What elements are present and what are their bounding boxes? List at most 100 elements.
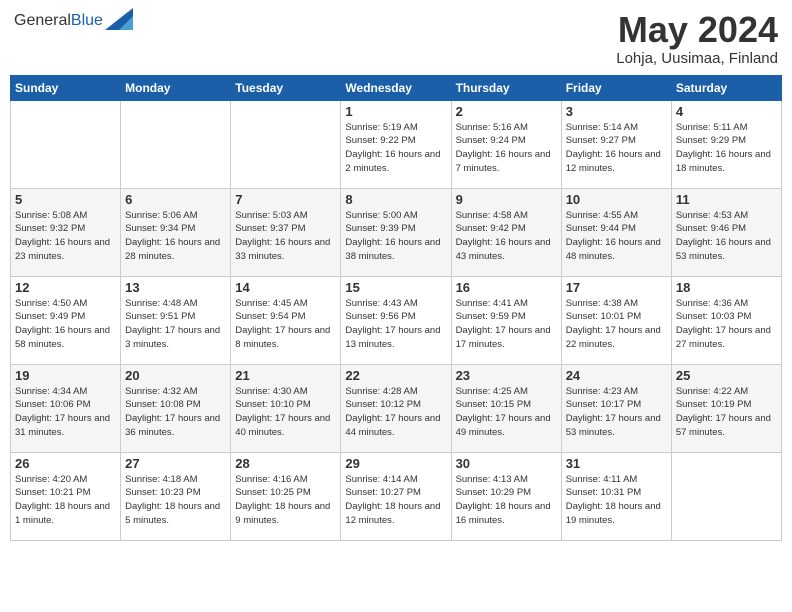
day-cell: 9 Sunrise: 4:58 AMSunset: 9:42 PMDaylight… <box>451 188 561 276</box>
title-block: May 2024 Lohja, Uusimaa, Finland <box>616 10 778 67</box>
day-cell: 4Sunrise: 5:11 AMSunset: 9:29 PMDaylight… <box>671 100 781 188</box>
day-number: 1 <box>345 104 446 119</box>
day-number: 17 <box>566 280 667 295</box>
day-cell: 15Sunrise: 4:43 AMSunset: 9:56 PMDayligh… <box>341 276 451 364</box>
day-info: Sunrise: 4:28 AMSunset: 10:12 PMDaylight… <box>345 385 446 440</box>
day-number: 29 <box>345 456 446 471</box>
month-title: May 2024 <box>616 10 778 50</box>
day-info: Sunrise: 5:03 AMSunset: 9:37 PMDaylight:… <box>235 209 336 264</box>
day-info: Sunrise: 4:48 AMSunset: 9:51 PMDaylight:… <box>125 297 226 352</box>
day-number: 13 <box>125 280 226 295</box>
day-number: 24 <box>566 368 667 383</box>
day-cell: 19Sunrise: 4:34 AMSunset: 10:06 PMDaylig… <box>11 364 121 452</box>
day-number: 31 <box>566 456 667 471</box>
page-header: GeneralBlue May 2024 Lohja, Uusimaa, Fin… <box>10 10 782 67</box>
header-cell-monday: Monday <box>121 75 231 100</box>
day-info: Sunrise: 4:30 AMSunset: 10:10 PMDaylight… <box>235 385 336 440</box>
day-info: Sunrise: 4:41 AMSunset: 9:59 PMDaylight:… <box>456 297 557 352</box>
day-number: 27 <box>125 456 226 471</box>
day-cell: 28Sunrise: 4:16 AMSunset: 10:25 PMDaylig… <box>231 452 341 540</box>
day-cell: 25 Sunrise: 4:22 AMSunset: 10:19 PMDaylig… <box>671 364 781 452</box>
day-info: Sunrise: 5:19 AMSunset: 9:22 PMDaylight:… <box>345 121 446 176</box>
header-cell-saturday: Saturday <box>671 75 781 100</box>
day-cell: 6 Sunrise: 5:06 AMSunset: 9:34 PMDaylight… <box>121 188 231 276</box>
day-info: Sunrise: 5:06 AMSunset: 9:34 PMDaylight:… <box>125 209 226 264</box>
day-cell: 11 Sunrise: 4:53 AMSunset: 9:46 PMDayligh… <box>671 188 781 276</box>
day-number: 18 <box>676 280 777 295</box>
day-number: 16 <box>456 280 557 295</box>
day-cell: 16 Sunrise: 4:41 AMSunset: 9:59 PMDayligh… <box>451 276 561 364</box>
day-info: Sunrise: 5:14 AMSunset: 9:27 PMDaylight:… <box>566 121 667 176</box>
day-cell: 29Sunrise: 4:14 AMSunset: 10:27 PMDaylig… <box>341 452 451 540</box>
day-cell: 27 Sunrise: 4:18 AMSunset: 10:23 PMDaylig… <box>121 452 231 540</box>
day-cell <box>231 100 341 188</box>
day-number: 22 <box>345 368 446 383</box>
day-info: Sunrise: 4:11 AMSunset: 10:31 PMDaylight… <box>566 473 667 528</box>
day-number: 6 <box>125 192 226 207</box>
day-number: 2 <box>456 104 557 119</box>
day-cell: 13 Sunrise: 4:48 AMSunset: 9:51 PMDayligh… <box>121 276 231 364</box>
logo-text: GeneralBlue <box>14 12 103 30</box>
day-number: 12 <box>15 280 116 295</box>
day-number: 11 <box>676 192 777 207</box>
day-number: 25 <box>676 368 777 383</box>
day-cell: 7 Sunrise: 5:03 AMSunset: 9:37 PMDaylight… <box>231 188 341 276</box>
header-cell-thursday: Thursday <box>451 75 561 100</box>
header-cell-sunday: Sunday <box>11 75 121 100</box>
day-cell: 20 Sunrise: 4:32 AMSunset: 10:08 PMDaylig… <box>121 364 231 452</box>
day-info: Sunrise: 4:36 AMSunset: 10:03 PMDaylight… <box>676 297 777 352</box>
calendar-body: 1 Sunrise: 5:19 AMSunset: 9:22 PMDaylight… <box>11 100 782 540</box>
day-info: Sunrise: 4:22 AMSunset: 10:19 PMDaylight… <box>676 385 777 440</box>
day-number: 3 <box>566 104 667 119</box>
day-info: Sunrise: 4:58 AMSunset: 9:42 PMDaylight:… <box>456 209 557 264</box>
logo-icon <box>105 8 133 30</box>
day-info: Sunrise: 5:08 AMSunset: 9:32 PMDaylight:… <box>15 209 116 264</box>
day-info: Sunrise: 4:55 AMSunset: 9:44 PMDaylight:… <box>566 209 667 264</box>
day-cell: 1 Sunrise: 5:19 AMSunset: 9:22 PMDaylight… <box>341 100 451 188</box>
day-info: Sunrise: 5:16 AMSunset: 9:24 PMDaylight:… <box>456 121 557 176</box>
day-cell: 18 Sunrise: 4:36 AMSunset: 10:03 PMDaylig… <box>671 276 781 364</box>
day-cell: 30Sunrise: 4:13 AMSunset: 10:29 PMDaylig… <box>451 452 561 540</box>
day-cell: 8Sunrise: 5:00 AMSunset: 9:39 PMDaylight… <box>341 188 451 276</box>
header-cell-tuesday: Tuesday <box>231 75 341 100</box>
day-info: Sunrise: 4:38 AMSunset: 10:01 PMDaylight… <box>566 297 667 352</box>
day-number: 7 <box>235 192 336 207</box>
day-number: 15 <box>345 280 446 295</box>
day-number: 30 <box>456 456 557 471</box>
day-info: Sunrise: 4:34 AMSunset: 10:06 PMDaylight… <box>15 385 116 440</box>
day-cell: 2 Sunrise: 5:16 AMSunset: 9:24 PMDaylight… <box>451 100 561 188</box>
day-info: Sunrise: 4:23 AMSunset: 10:17 PMDaylight… <box>566 385 667 440</box>
day-number: 5 <box>15 192 116 207</box>
header-cell-friday: Friday <box>561 75 671 100</box>
day-info: Sunrise: 4:18 AMSunset: 10:23 PMDaylight… <box>125 473 226 528</box>
day-number: 9 <box>456 192 557 207</box>
logo-blue: Blue <box>71 12 103 29</box>
logo-general: General <box>14 12 71 29</box>
day-info: Sunrise: 4:16 AMSunset: 10:25 PMDaylight… <box>235 473 336 528</box>
day-cell: 5 Sunrise: 5:08 AMSunset: 9:32 PMDaylight… <box>11 188 121 276</box>
day-cell: 23Sunrise: 4:25 AMSunset: 10:15 PMDaylig… <box>451 364 561 452</box>
location-title: Lohja, Uusimaa, Finland <box>616 50 778 67</box>
day-number: 21 <box>235 368 336 383</box>
day-cell: 26 Sunrise: 4:20 AMSunset: 10:21 PMDaylig… <box>11 452 121 540</box>
day-cell: 12Sunrise: 4:50 AMSunset: 9:49 PMDayligh… <box>11 276 121 364</box>
week-row-2: 5 Sunrise: 5:08 AMSunset: 9:32 PMDaylight… <box>11 188 782 276</box>
week-row-1: 1 Sunrise: 5:19 AMSunset: 9:22 PMDaylight… <box>11 100 782 188</box>
day-info: Sunrise: 4:20 AMSunset: 10:21 PMDaylight… <box>15 473 116 528</box>
day-number: 4 <box>676 104 777 119</box>
day-number: 8 <box>345 192 446 207</box>
week-row-4: 19Sunrise: 4:34 AMSunset: 10:06 PMDaylig… <box>11 364 782 452</box>
day-cell: 3 Sunrise: 5:14 AMSunset: 9:27 PMDaylight… <box>561 100 671 188</box>
day-cell: 22 Sunrise: 4:28 AMSunset: 10:12 PMDaylig… <box>341 364 451 452</box>
day-info: Sunrise: 4:45 AMSunset: 9:54 PMDaylight:… <box>235 297 336 352</box>
day-info: Sunrise: 4:32 AMSunset: 10:08 PMDaylight… <box>125 385 226 440</box>
day-info: Sunrise: 4:53 AMSunset: 9:46 PMDaylight:… <box>676 209 777 264</box>
week-row-5: 26 Sunrise: 4:20 AMSunset: 10:21 PMDaylig… <box>11 452 782 540</box>
day-cell: 24 Sunrise: 4:23 AMSunset: 10:17 PMDaylig… <box>561 364 671 452</box>
calendar-header: SundayMondayTuesdayWednesdayThursdayFrid… <box>11 75 782 100</box>
calendar-table: SundayMondayTuesdayWednesdayThursdayFrid… <box>10 75 782 541</box>
day-cell: 21 Sunrise: 4:30 AMSunset: 10:10 PMDaylig… <box>231 364 341 452</box>
day-number: 20 <box>125 368 226 383</box>
logo: GeneralBlue <box>14 10 133 32</box>
day-number: 26 <box>15 456 116 471</box>
